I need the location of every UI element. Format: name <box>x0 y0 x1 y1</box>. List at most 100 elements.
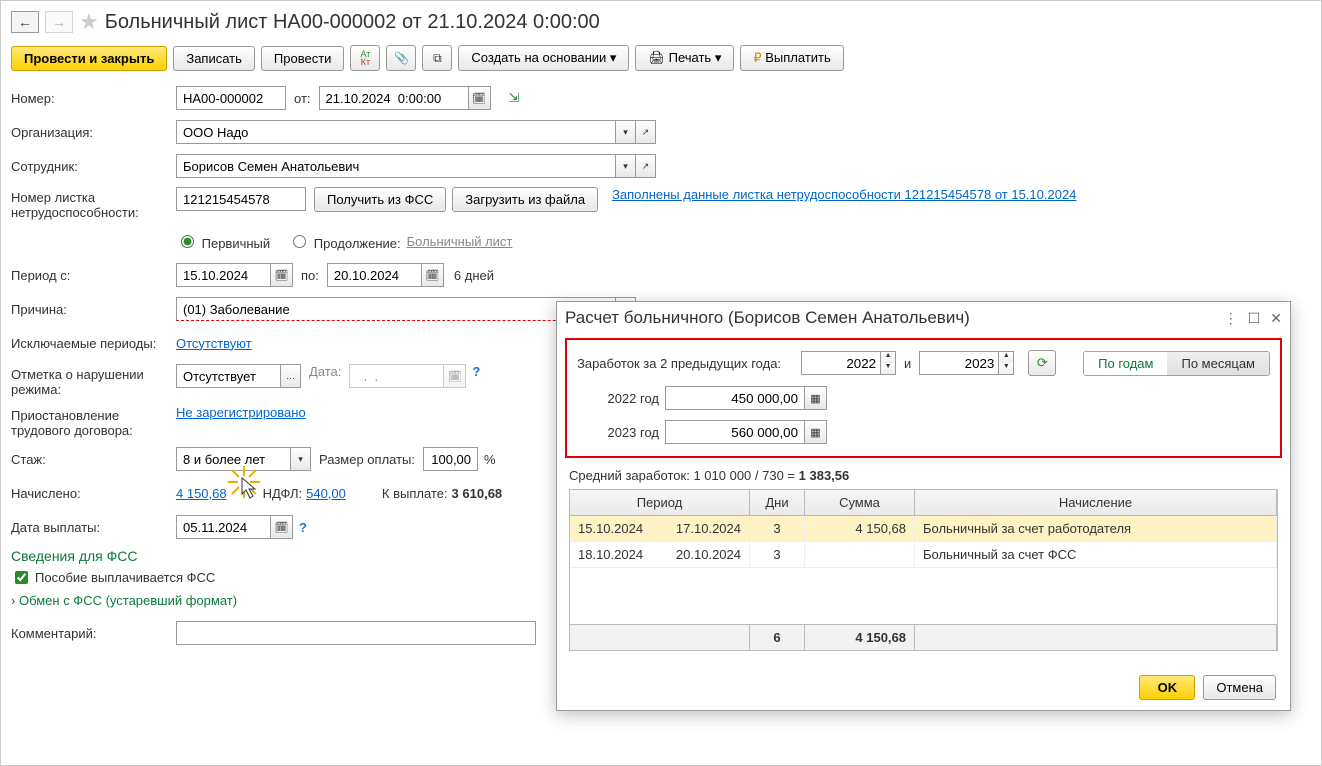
chevron-down-icon: ▾ <box>610 50 617 65</box>
year1-input[interactable] <box>801 351 881 375</box>
calendar-icon[interactable]: 🗓 <box>271 515 293 539</box>
open-icon[interactable]: ↗ <box>636 154 656 178</box>
ellipsis-icon[interactable]: … <box>281 364 301 388</box>
earn-2y-label: Заработок за 2 предыдущих года: <box>577 356 781 371</box>
size-input[interactable] <box>423 447 478 471</box>
excl-periods-link[interactable]: Отсутствуют <box>176 336 252 351</box>
more-icon[interactable]: ⋮ <box>1224 310 1238 327</box>
structure-icon[interactable]: ⧉ <box>422 45 452 71</box>
ruble-icon: ₽ <box>753 50 761 65</box>
dropdown-icon[interactable]: ▾ <box>616 154 636 178</box>
days-text: 6 дней <box>454 268 494 283</box>
percent-label: % <box>484 452 496 467</box>
comment-input[interactable] <box>176 621 536 645</box>
pay-date-input[interactable] <box>176 515 271 539</box>
table-row[interactable]: 18.10.202420.10.2024 3 Больничный за сче… <box>570 542 1277 568</box>
pay-button[interactable]: ₽ Выплатить <box>740 45 843 71</box>
cancel-button[interactable]: Отмена <box>1203 675 1276 700</box>
employee-label: Сотрудник: <box>11 159 176 174</box>
size-label: Размер оплаты: <box>319 452 415 467</box>
period-to-input[interactable] <box>327 263 422 287</box>
open-icon[interactable]: ↗ <box>636 120 656 144</box>
pay-date-label: Дата выплаты: <box>11 520 176 535</box>
years-red-highlight: Заработок за 2 предыдущих года: ▲▼ и ▲▼ … <box>565 338 1282 458</box>
load-from-file-button[interactable]: Загрузить из файла <box>452 187 598 212</box>
col-sum: Сумма <box>805 490 915 515</box>
employee-input[interactable] <box>176 154 616 178</box>
sicknum-input[interactable] <box>176 187 306 211</box>
spin-up-icon[interactable]: ▲ <box>999 352 1013 363</box>
date-input[interactable] <box>319 86 469 110</box>
excl-periods-label: Исключаемые периоды: <box>11 336 176 351</box>
calc-icon[interactable]: ▦ <box>805 420 827 444</box>
chevron-right-icon: › <box>11 593 15 608</box>
spin-down-icon[interactable]: ▼ <box>999 363 1013 374</box>
post-button[interactable]: Провести <box>261 46 345 71</box>
suspend-link[interactable]: Не зарегистрировано <box>176 405 306 420</box>
continuation-radio[interactable]: Продолжение: <box>288 232 400 251</box>
spin-down-icon[interactable]: ▼ <box>881 363 895 374</box>
nav-back-button[interactable]: ← <box>11 11 39 33</box>
to-pay-value: 3 610,68 <box>452 486 503 501</box>
print-button[interactable]: 🖨 Печать ▾ <box>635 45 734 71</box>
and-label: и <box>904 356 911 371</box>
col-accrual: Начисление <box>915 490 1277 515</box>
violation-input[interactable] <box>176 364 281 388</box>
calc-icon[interactable]: ▦ <box>805 386 827 410</box>
favorite-star-icon[interactable]: ★ <box>79 9 99 35</box>
fss-data-link[interactable]: Заполнены данные листка нетрудоспособнос… <box>612 187 1076 202</box>
write-button[interactable]: Записать <box>173 46 255 71</box>
y1-label: 2022 год <box>589 391 659 406</box>
stazh-label: Стаж: <box>11 452 176 467</box>
attach-icon[interactable]: 📎 <box>386 45 416 71</box>
calendar-icon[interactable]: 🗓 <box>271 263 293 287</box>
number-input[interactable] <box>176 86 286 110</box>
help-icon[interactable]: ? <box>299 520 307 535</box>
table-row[interactable]: 15.10.202417.10.2024 3 4 150,68 Больничн… <box>570 516 1277 542</box>
reason-input[interactable] <box>176 297 616 321</box>
help-icon[interactable]: ? <box>472 364 480 379</box>
nav-forward-button[interactable]: → <box>45 11 73 33</box>
ndfl-link[interactable]: 540,00 <box>306 486 346 501</box>
violation-date-input <box>349 364 444 388</box>
debit-credit-icon[interactable]: АтКт <box>350 45 380 71</box>
calc-panel: Расчет больничного (Борисов Семен Анатол… <box>556 301 1291 711</box>
y1-value-input[interactable] <box>665 386 805 410</box>
period-from-label: Период с: <box>11 268 176 283</box>
y2-value-input[interactable] <box>665 420 805 444</box>
post-and-close-button[interactable]: Провести и закрыть <box>11 46 167 71</box>
ok-button[interactable]: OK <box>1139 675 1195 700</box>
violation-date-label: Дата: <box>309 364 341 379</box>
view-toggle: По годам По месяцам <box>1083 351 1270 376</box>
stazh-input[interactable] <box>176 447 291 471</box>
org-label: Организация: <box>11 125 176 140</box>
period-to-label: по: <box>301 268 319 283</box>
from-label: от: <box>294 91 311 106</box>
number-label: Номер: <box>11 91 176 106</box>
continuation-link[interactable]: Больничный лист <box>407 234 513 249</box>
calendar-icon[interactable]: 🗓 <box>469 86 491 110</box>
maximize-icon[interactable]: ☐ <box>1248 310 1261 327</box>
sicknum-label: Номер листка нетрудоспособности: <box>11 187 176 220</box>
by-months-toggle[interactable]: По месяцам <box>1167 352 1269 375</box>
get-from-fss-button[interactable]: Получить из ФСС <box>314 187 446 212</box>
spin-up-icon[interactable]: ▲ <box>881 352 895 363</box>
export-icon[interactable]: ⇲ <box>509 90 520 106</box>
refresh-icon[interactable]: ⟳ <box>1028 350 1056 376</box>
calendar-icon[interactable]: 🗓 <box>422 263 444 287</box>
year2-input[interactable] <box>919 351 999 375</box>
by-years-toggle[interactable]: По годам <box>1084 352 1167 375</box>
org-input[interactable] <box>176 120 616 144</box>
create-on-basis-button[interactable]: Создать на основании ▾ <box>458 45 629 71</box>
accrued-link[interactable]: 4 150,68 <box>176 486 227 501</box>
printer-icon: 🖨 <box>648 50 665 65</box>
close-icon[interactable]: ✕ <box>1270 310 1282 327</box>
accrued-label: Начислено: <box>11 486 176 501</box>
primary-radio[interactable]: Первичный <box>176 232 270 251</box>
dropdown-icon[interactable]: ▾ <box>291 447 311 471</box>
suspend-label: Приостановление трудового договора: <box>11 405 176 438</box>
reason-label: Причина: <box>11 302 176 317</box>
violation-label: Отметка о нарушении режима: <box>11 364 176 397</box>
dropdown-icon[interactable]: ▾ <box>616 120 636 144</box>
period-from-input[interactable] <box>176 263 271 287</box>
